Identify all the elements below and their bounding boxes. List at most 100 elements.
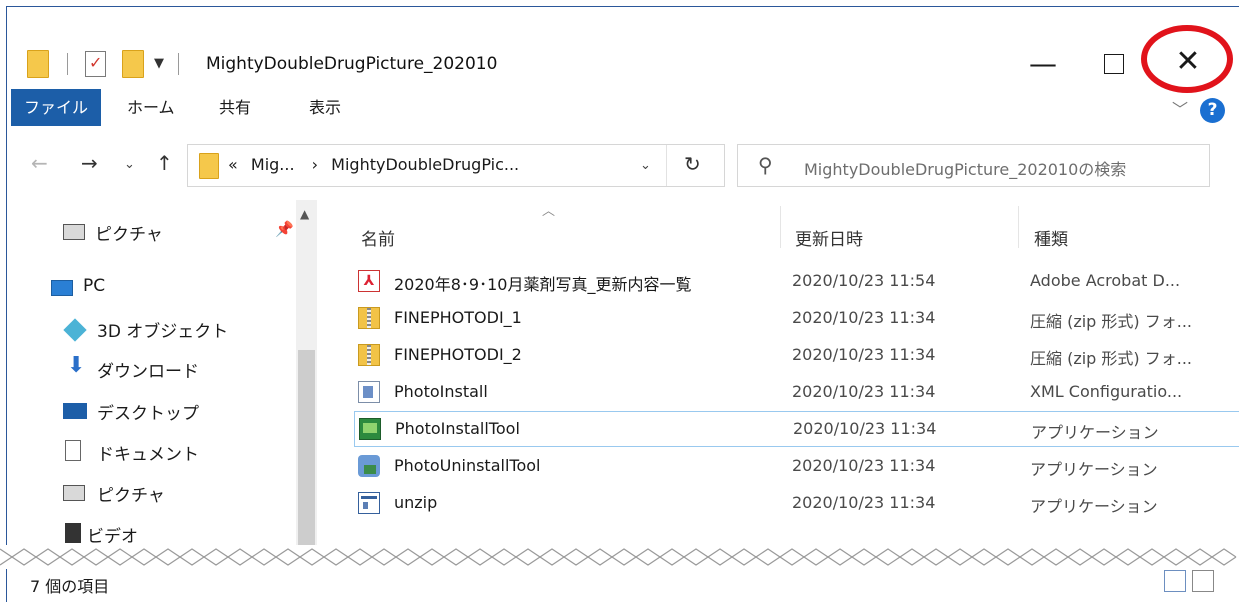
tab-view[interactable]: 表示 <box>296 89 354 126</box>
file-date: 2020/10/23 11:34 <box>792 493 936 512</box>
file-type: アプリケーション <box>1031 423 1159 442</box>
file-name: PhotoInstall <box>394 382 488 401</box>
back-button[interactable]: ← <box>31 151 48 175</box>
uninstall-app-icon <box>358 455 380 477</box>
file-date: 2020/10/23 11:34 <box>792 382 936 401</box>
search-icon: ⚲ <box>758 153 773 177</box>
breadcrumb-overflow[interactable]: « <box>228 155 238 174</box>
navigation-pane: ピクチャ PC 3D オブジェクト ⬇ ダウンロード デスクトップ ドキュメント… <box>7 200 317 580</box>
status-item-count: 7 個の項目 <box>30 577 110 596</box>
file-row[interactable]: FINEPHOTODI_1 2020/10/23 11:34 圧縮 (zip 形… <box>354 301 1239 337</box>
nav-item-pc[interactable]: PC <box>83 276 105 296</box>
minimize-button[interactable]: — <box>1028 49 1058 79</box>
nav-item-pictures[interactable]: ピクチャ <box>97 481 165 506</box>
tab-file[interactable]: ファイル <box>11 89 102 126</box>
nav-item-3d-objects[interactable]: 3D オブジェクト <box>97 317 228 342</box>
file-type: 圧縮 (zip 形式) フォ... <box>1030 349 1193 368</box>
highlight-circle <box>1141 25 1233 93</box>
file-date: 2020/10/23 11:34 <box>792 308 936 327</box>
column-header-name[interactable]: 名前 <box>361 225 395 250</box>
zip-folder-icon <box>358 344 380 366</box>
explorer-window: ✓ ▼ MightyDoubleDrugPicture_202010 — ✕ フ… <box>6 6 1239 602</box>
divider <box>666 145 667 186</box>
scroll-up-icon[interactable]: ▲ <box>300 207 309 221</box>
file-row[interactable]: PhotoUninstallTool 2020/10/23 11:34 アプリケ… <box>354 449 1239 485</box>
breadcrumb-item[interactable]: Mig... <box>251 155 295 174</box>
pc-icon <box>51 280 73 296</box>
file-row[interactable]: FINEPHOTODI_2 2020/10/23 11:34 圧縮 (zip 形… <box>354 338 1239 374</box>
column-header-type[interactable]: 種類 <box>1034 225 1068 250</box>
pin-icon[interactable]: 📌 <box>275 220 294 238</box>
zip-folder-icon <box>358 307 380 329</box>
nav-item-pictures-pinned[interactable]: ピクチャ <box>95 220 163 245</box>
file-row-focused[interactable]: PhotoInstallTool 2020/10/23 11:34 アプリケーシ… <box>354 411 1239 447</box>
recent-locations-button[interactable]: ⌄ <box>124 157 135 172</box>
file-name: FINEPHOTODI_1 <box>394 308 522 327</box>
breadcrumb-separator[interactable]: › <box>312 155 318 174</box>
file-row[interactable]: PhotoInstall 2020/10/23 11:34 XML Config… <box>354 375 1239 411</box>
help-icon[interactable]: ? <box>1200 98 1225 123</box>
file-name: unzip <box>394 493 438 512</box>
nav-item-videos[interactable]: ビデオ <box>87 522 138 547</box>
column-divider[interactable] <box>780 206 781 248</box>
separator <box>178 53 179 75</box>
file-type: Adobe Acrobat D... <box>1030 271 1181 290</box>
refresh-icon[interactable]: ↻ <box>684 152 701 176</box>
pictures-icon <box>63 485 85 501</box>
file-date: 2020/10/23 11:34 <box>792 345 936 364</box>
file-row[interactable]: unzip 2020/10/23 11:34 アプリケーション <box>354 486 1239 522</box>
expand-ribbon-icon[interactable]: ﹀ <box>1172 96 1188 120</box>
file-type: XML Configuratio... <box>1030 382 1183 401</box>
pictures-icon <box>63 224 85 240</box>
file-type: 圧縮 (zip 形式) フォ... <box>1030 312 1193 331</box>
breadcrumb[interactable]: « Mig... › MightyDoubleDrugPic... <box>228 155 519 174</box>
separator <box>67 53 68 75</box>
file-type: アプリケーション <box>1030 497 1158 516</box>
folder-icon <box>27 50 49 78</box>
quick-access-dropdown-icon[interactable]: ▼ <box>154 56 164 71</box>
new-folder-icon[interactable] <box>122 50 144 78</box>
folder-icon <box>199 153 219 179</box>
nav-item-desktop[interactable]: デスクトップ <box>97 399 199 424</box>
application-icon <box>359 418 381 440</box>
download-icon: ⬇ <box>67 353 86 378</box>
sort-ascending-icon: ︿ <box>542 204 556 219</box>
file-date: 2020/10/23 11:34 <box>792 456 936 475</box>
details-view-button[interactable] <box>1164 570 1186 592</box>
maximize-button[interactable] <box>1104 54 1124 74</box>
title-bar: ✓ ▼ MightyDoubleDrugPicture_202010 — ✕ <box>7 7 1239 93</box>
file-name: FINEPHOTODI_2 <box>394 345 522 364</box>
scrollbar-thumb[interactable] <box>298 350 315 560</box>
unzip-app-icon <box>358 492 380 514</box>
file-name: PhotoInstallTool <box>395 419 520 438</box>
large-icons-view-button[interactable] <box>1192 570 1214 592</box>
file-name: 2020年8･9･10月薬剤写真_更新内容一覧 <box>394 275 692 294</box>
file-type: アプリケーション <box>1030 460 1158 479</box>
file-date: 2020/10/23 11:54 <box>792 271 936 290</box>
ribbon-tabs: ファイル ホーム 共有 表示 ﹀ ? <box>7 89 1239 134</box>
3d-objects-icon <box>63 318 87 342</box>
breadcrumb-item-current[interactable]: MightyDoubleDrugPic... <box>331 155 519 174</box>
forward-button[interactable]: → <box>81 151 98 175</box>
nav-item-downloads[interactable]: ダウンロード <box>97 357 199 382</box>
tab-home[interactable]: ホーム <box>114 89 188 126</box>
up-button[interactable]: ↑ <box>156 151 173 175</box>
window-title: MightyDoubleDrugPicture_202010 <box>206 54 498 74</box>
address-row: ← → ⌄ ↑ « Mig... › MightyDoubleDrugPic..… <box>7 139 1239 194</box>
nav-item-documents[interactable]: ドキュメント <box>97 440 199 465</box>
address-dropdown-icon[interactable]: ⌄ <box>640 158 651 173</box>
tab-share[interactable]: 共有 <box>206 89 264 126</box>
search-input[interactable]: MightyDoubleDrugPicture_202010の検索 <box>804 156 1126 180</box>
column-header-date[interactable]: 更新日時 <box>795 225 863 250</box>
desktop-icon <box>63 403 87 419</box>
properties-check-icon[interactable]: ✓ <box>85 51 106 77</box>
file-row[interactable]: ⅄ 2020年8･9･10月薬剤写真_更新内容一覧 2020/10/23 11:… <box>354 264 1239 300</box>
file-name: PhotoUninstallTool <box>394 456 541 475</box>
torn-edge-divider <box>0 545 1239 569</box>
address-bar[interactable]: « Mig... › MightyDoubleDrugPic... ⌄ ↻ <box>187 144 725 187</box>
search-box[interactable]: ⚲ MightyDoubleDrugPicture_202010の検索 <box>737 144 1210 187</box>
column-divider[interactable] <box>1018 206 1019 248</box>
file-date: 2020/10/23 11:34 <box>793 419 937 438</box>
documents-icon <box>65 440 81 461</box>
video-icon <box>65 523 81 543</box>
